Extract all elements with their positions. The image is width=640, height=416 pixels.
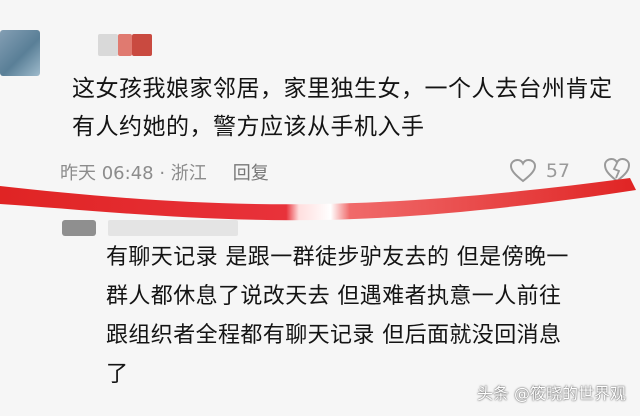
comment-line: 群人都休息了说改天去 但遇难者执意一人前往 xyxy=(106,284,562,309)
avatar[interactable] xyxy=(62,218,96,238)
username-redacted xyxy=(108,220,238,236)
comment-line: 有人约她的，警方应该从手机入手 xyxy=(72,114,425,140)
comment-text: 有聊天记录 是跟一群徒步驴友去的 但是傍晚一 群人都休息了说改天去 但遇难者执意… xyxy=(106,238,626,394)
username-redacted xyxy=(98,34,154,56)
avatar-image xyxy=(62,220,96,236)
watermark: 头条 @筱晓的世界观 xyxy=(476,384,626,403)
red-scribble-mark xyxy=(0,178,636,221)
comment-text: 这女孩我娘家邻居，家里独生女，一个人去台州肯定 有人约她的，警方应该从手机入手 xyxy=(72,70,632,146)
avatar[interactable] xyxy=(0,30,40,76)
comment-line: 这女孩我娘家邻居，家里独生女，一个人去台州肯定 xyxy=(72,76,613,102)
comment-line: 跟组织者全程都有聊天记录 但后面就没回消息 xyxy=(106,323,562,348)
comment-line: 有聊天记录 是跟一群徒步驴友去的 但是傍晚一 xyxy=(106,245,569,270)
